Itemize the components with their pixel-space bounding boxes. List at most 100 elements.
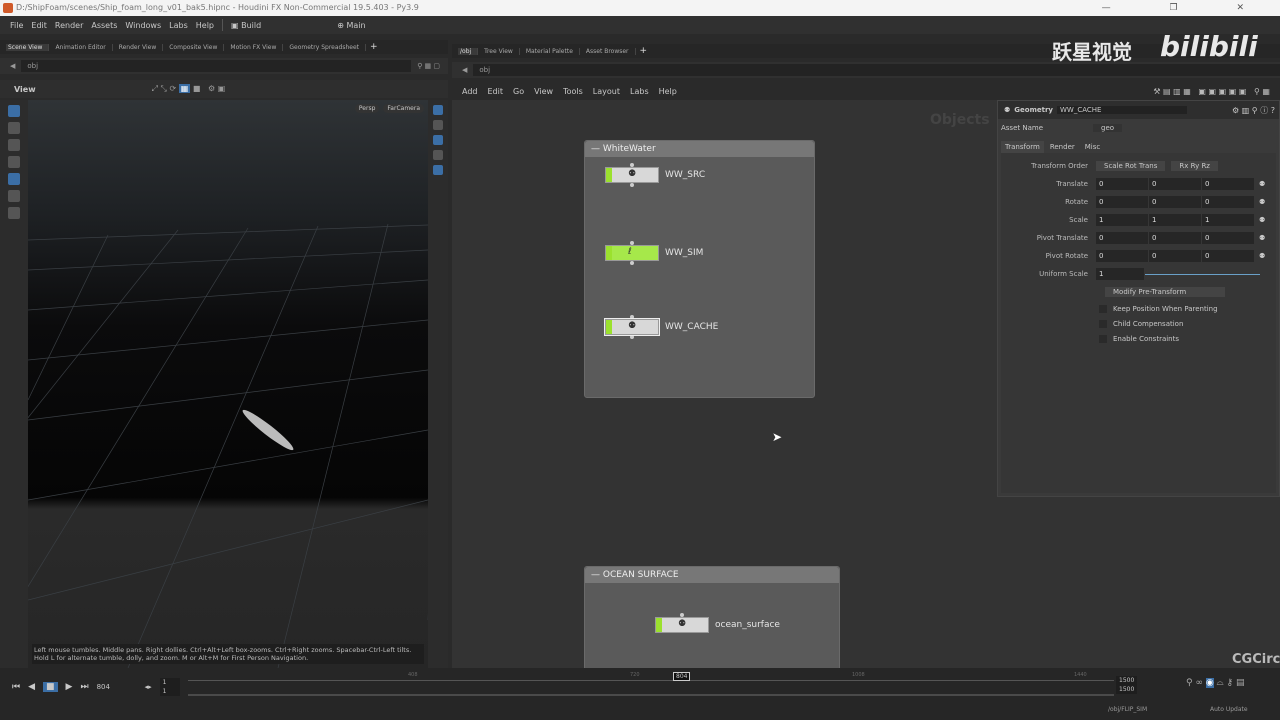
- menu-layout[interactable]: Layout: [593, 87, 620, 96]
- channel-icon[interactable]: ⚉: [1255, 198, 1265, 206]
- play-icon[interactable]: ▶: [66, 682, 73, 692]
- menu-edit[interactable]: Edit: [488, 87, 504, 96]
- rotation-order-select[interactable]: Rx Ry Rz: [1171, 161, 1218, 171]
- back-arrow-icon[interactable]: ◀: [462, 66, 467, 74]
- menu-view[interactable]: View: [534, 87, 553, 96]
- camera-menu[interactable]: FarCamera: [383, 104, 424, 113]
- display-option-icon[interactable]: [433, 105, 443, 115]
- param-field[interactable]: 0: [1149, 232, 1201, 244]
- menu-tools[interactable]: Tools: [563, 87, 583, 96]
- pose-tool-icon[interactable]: [8, 190, 20, 202]
- tab-transform[interactable]: Transform: [1001, 141, 1044, 153]
- jump-end-icon[interactable]: ⏭: [80, 682, 88, 692]
- param-field[interactable]: 0: [1149, 196, 1201, 208]
- display-option-icon[interactable]: [433, 120, 443, 130]
- step-icons[interactable]: ◂▸: [145, 683, 152, 691]
- range-slider[interactable]: [188, 694, 1114, 696]
- desktop-selector[interactable]: ▣ Build: [231, 21, 261, 30]
- current-frame-field[interactable]: 804: [97, 683, 137, 691]
- tab-misc[interactable]: Misc: [1081, 141, 1104, 153]
- channel-icon[interactable]: ⚉: [1255, 252, 1265, 260]
- rotate-tool-icon[interactable]: [8, 139, 20, 151]
- uniform-scale-slider[interactable]: [1145, 273, 1260, 275]
- transform-order-select[interactable]: Scale Rot Trans: [1096, 161, 1166, 171]
- node-ww-src[interactable]: ⚉ WW_SRC: [605, 163, 705, 187]
- display-flag[interactable]: [656, 618, 662, 632]
- menu-edit[interactable]: Edit: [31, 21, 47, 30]
- param-field[interactable]: 0: [1096, 196, 1148, 208]
- move-tool-icon[interactable]: [8, 122, 20, 134]
- display-option-icon[interactable]: [433, 150, 443, 160]
- param-field[interactable]: 0: [1096, 232, 1148, 244]
- scale-tool-icon[interactable]: [8, 156, 20, 168]
- tab-material-palette[interactable]: Material Palette: [524, 47, 580, 55]
- display-flag[interactable]: [606, 320, 612, 334]
- node-body[interactable]: ⚉: [655, 617, 709, 633]
- add-tab-icon[interactable]: +: [640, 46, 648, 56]
- tab-animation-editor[interactable]: Animation Editor: [53, 43, 113, 51]
- output-connector[interactable]: [630, 335, 634, 339]
- tab-motion-fx-view[interactable]: Motion FX View: [228, 43, 284, 51]
- network-box-title[interactable]: — WhiteWater: [585, 141, 814, 157]
- param-field[interactable]: 1: [1149, 214, 1201, 226]
- node-ww-cache[interactable]: ⚉ WW_CACHE: [604, 315, 718, 339]
- display-option-icon[interactable]: [433, 165, 443, 175]
- network-tool-icons[interactable]: ⚒ ▤ ▥ ▦ ▣ ▣ ▣ ▣ ▣ ⚲ ▦: [1153, 87, 1280, 96]
- enable-constraints-checkbox[interactable]: [1099, 334, 1107, 343]
- menu-labs[interactable]: Labs: [630, 87, 649, 96]
- window-controls[interactable]: — ❐ ✕: [1102, 0, 1272, 16]
- menu-help[interactable]: Help: [659, 87, 677, 96]
- tab-tree-view[interactable]: Tree View: [482, 47, 520, 55]
- menu-add[interactable]: Add: [462, 87, 478, 96]
- display-flag[interactable]: [606, 168, 612, 182]
- child-compensation-checkbox[interactable]: [1099, 319, 1107, 328]
- output-connector[interactable]: [630, 261, 634, 265]
- back-arrow-icon[interactable]: ◀: [10, 62, 15, 70]
- context-selector[interactable]: ⊕ Main: [337, 21, 365, 30]
- param-field[interactable]: 0: [1096, 250, 1148, 262]
- add-tab-icon[interactable]: +: [370, 42, 378, 52]
- uniform-scale-field[interactable]: 1: [1096, 268, 1144, 280]
- pre-transform-menu[interactable]: Modify Pre-Transform: [1105, 287, 1225, 297]
- node-ww-sim[interactable]: ℓ WW_SIM: [605, 241, 703, 265]
- tab-scene-view[interactable]: Scene View: [6, 43, 50, 51]
- tab-asset-browser[interactable]: Asset Browser: [584, 47, 636, 55]
- menu-help[interactable]: Help: [196, 21, 214, 30]
- param-field[interactable]: 0: [1202, 250, 1254, 262]
- ship-geometry[interactable]: [240, 406, 297, 453]
- handle-tool-icon[interactable]: [8, 173, 20, 185]
- param-field[interactable]: 0: [1202, 232, 1254, 244]
- menu-assets[interactable]: Assets: [91, 21, 117, 30]
- update-mode-select[interactable]: Auto Update: [1210, 706, 1248, 713]
- param-header-icons[interactable]: ⚙ ▥ ⚲ ⓘ ?: [1232, 105, 1279, 116]
- stop-icon[interactable]: ■: [43, 682, 58, 692]
- display-flag[interactable]: [606, 246, 612, 260]
- node-body[interactable]: ⚉: [604, 318, 660, 336]
- channel-icon[interactable]: ⚉: [1255, 180, 1265, 188]
- playbar-option-icons[interactable]: ⚲ ∞ ◉ ⌓ ⚷ ▤: [1186, 678, 1244, 688]
- simulation-path[interactable]: /obj/FLIP_SIM: [1108, 706, 1147, 713]
- pin-icon[interactable]: ⚲ ▦ ▢: [417, 62, 448, 70]
- view-menu[interactable]: View: [14, 85, 36, 94]
- menu-windows[interactable]: Windows: [125, 21, 161, 30]
- end-frame-fields[interactable]: 1500 1500: [1116, 676, 1138, 694]
- param-field[interactable]: 0: [1202, 178, 1254, 190]
- tab-geometry-spreadsheet[interactable]: Geometry Spreadsheet: [287, 43, 366, 51]
- network-box-ocean-surface[interactable]: — OCEAN SURFACE ⚉ ocean_surface: [584, 566, 840, 676]
- persp-menu[interactable]: Persp: [354, 104, 380, 113]
- tab-obj[interactable]: /obj: [458, 47, 479, 55]
- scene-viewport[interactable]: Persp FarCamera Left mouse tumbles. Midd…: [28, 100, 428, 668]
- asset-name-field[interactable]: geo: [1093, 124, 1123, 132]
- play-reverse-icon[interactable]: ◀: [28, 682, 35, 692]
- node-ocean-surface[interactable]: ⚉ ocean_surface: [655, 613, 780, 633]
- start-frame-fields[interactable]: 11: [159, 678, 181, 696]
- menu-go[interactable]: Go: [513, 87, 524, 96]
- node-body[interactable]: ⚉: [605, 167, 659, 183]
- tab-composite-view[interactable]: Composite View: [167, 43, 225, 51]
- menu-file[interactable]: File: [10, 21, 23, 30]
- channel-icon[interactable]: ⚉: [1255, 234, 1265, 242]
- keep-position-checkbox[interactable]: [1099, 304, 1107, 313]
- tab-render-view[interactable]: Render View: [117, 43, 164, 51]
- tab-render[interactable]: Render: [1046, 141, 1079, 153]
- path-field[interactable]: obj: [473, 64, 1280, 76]
